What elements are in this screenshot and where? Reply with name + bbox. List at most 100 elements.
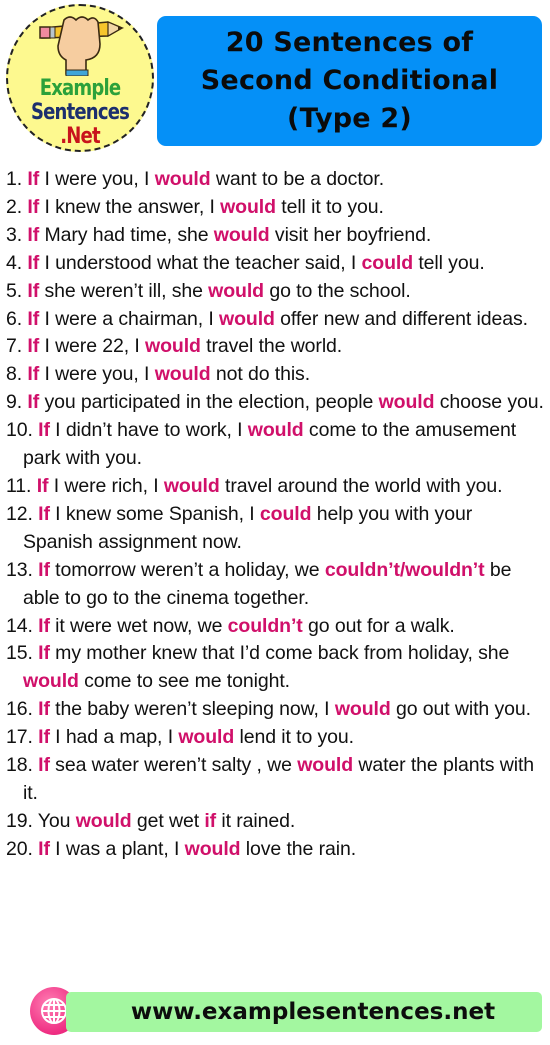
sentence-item: 15. If my mother knew that I’d come back… [6,640,546,696]
sentence-text: travel the world. [200,335,343,358]
sentence-item: 6. If I were a chairman, I would offer n… [6,306,546,334]
sentence-text: I understood what the teacher said, I [39,251,362,274]
title-line-1: 20 Sentences of [225,27,474,58]
sentence-number: 11. [6,474,32,497]
sentence-text: my mother knew that I’d come back from h… [49,642,510,665]
sentence-number: 7. [6,335,23,358]
sentence-text: I were rich, I [48,474,164,497]
sentence-item: 2. If I knew the answer, I would tell it… [6,194,546,222]
sentence-item: 9. If you participated in the election, … [6,389,546,417]
sentence-item: 20. If I was a plant, I would love the r… [6,836,546,864]
highlighted-keyword: couldn’t/wouldn’t [324,558,485,581]
sentence-text: sea water weren’t salty , we [49,754,298,777]
sentence-number: 13. [6,558,33,581]
highlighted-keyword: would [220,195,276,218]
sentence-text: get wet [131,809,205,832]
sentence-number: 1. [6,168,23,190]
highlighted-keyword: would [154,363,211,386]
sentence-number: 10. [6,419,33,442]
title-line-3: (Type 2) [287,103,412,134]
sentence-number: 12. [6,502,33,525]
sentence-text: visit her boyfriend. [269,223,432,246]
highlighted-keyword: If [27,363,40,386]
highlighted-keyword: would [378,391,435,414]
highlighted-keyword: If [27,168,40,190]
sentence-text: it rained. [216,809,296,832]
highlighted-keyword: would [208,279,264,302]
sentence-text: I had a map, I [49,726,179,749]
sentence-text: go out for a walk. [302,614,455,637]
sentence-item: 12. If I knew some Spanish, I could help… [6,501,546,557]
sentence-item: 17. If I had a map, I would lend it to y… [6,724,546,752]
logo-text-net: .Net [60,124,100,149]
sentence-item: 13. If tomorrow weren’t a holiday, we co… [6,557,546,613]
sentence-text: it were wet now, we [49,614,228,637]
sentence-text: want to be a doctor. [210,168,385,190]
website-url[interactable]: www.examplesentences.net [131,999,495,1025]
sentence-text: choose you. [434,391,544,414]
sentence-number: 5. [6,279,23,302]
sentence-item: 1. If I were you, I would want to be a d… [6,166,546,194]
title-line-2: Second Conditional [200,65,499,96]
highlighted-keyword: would [297,754,354,777]
sentence-number: 6. [6,307,23,330]
sentence-item: 11. If I were rich, I would travel aroun… [6,473,546,501]
highlighted-keyword: If [27,307,40,330]
sentence-text: travel around the world with you. [219,474,503,497]
sentence-text: not do this. [210,363,311,386]
highlighted-keyword: would [145,335,201,358]
highlighted-keyword: If [27,195,40,218]
sentence-text: I was a plant, I [49,837,185,860]
sentence-item: 7. If I were 22, I would travel the worl… [6,333,546,361]
highlighted-keyword: would [163,474,220,497]
logo-text-example: Example [39,76,121,101]
sentence-text: lend it to you. [234,726,354,749]
sentence-number: 16. [6,698,33,721]
sentence-number: 4. [6,251,23,274]
sentence-text: offer new and different ideas. [274,307,528,330]
highlighted-keyword: If [38,558,50,581]
highlighted-keyword: couldn’t [227,614,303,637]
sentence-number: 3. [6,223,23,246]
highlighted-keyword: If [38,754,50,777]
highlighted-keyword: If [27,279,40,302]
sentence-item: 5. If she weren’t ill, she would go to t… [6,278,546,306]
highlighted-keyword: If [38,642,50,665]
highlighted-keyword: If [36,474,49,497]
sentence-number: 14. [6,614,33,637]
title-banner: 20 Sentences of Second Conditional (Type… [157,16,542,146]
highlighted-keyword: could [361,251,414,274]
sentence-number: 17. [6,726,33,749]
highlighted-keyword: If [38,614,50,637]
website-url-banner[interactable]: www.examplesentences.net [66,992,542,1032]
highlighted-keyword: would [219,307,275,330]
sentence-text: the baby weren’t sleeping now, I [49,698,335,721]
highlighted-keyword: If [27,335,40,358]
sentence-number: 19. [6,809,33,832]
sentence-text: I knew some Spanish, I [49,502,260,525]
highlighted-keyword: would [213,223,270,246]
globe-icon [41,998,67,1024]
sentence-text: I knew the answer, I [39,195,221,218]
site-logo: Example Sentences .Net [6,4,154,152]
sentence-item: 18. If sea water weren’t salty , we woul… [6,752,546,808]
sentence-text: come to see me tonight. [78,670,290,693]
sentence-list: 1. If I were you, I would want to be a d… [6,166,546,864]
sentence-text: go out with you. [390,698,531,721]
highlighted-keyword: If [38,837,50,860]
highlighted-keyword: could [259,502,312,525]
sentence-text: I were 22, I [39,335,146,358]
sentence-item: 14. If it were wet now, we couldn’t go o… [6,613,546,641]
sentence-text: Mary had time, she [39,223,214,246]
highlighted-keyword: If [38,698,50,721]
highlighted-keyword: If [38,502,50,525]
sentence-text: tell it to you. [275,195,384,218]
sentence-text: I were you, I [39,363,155,386]
highlighted-keyword: would [184,837,241,860]
sentence-number: 8. [6,363,23,386]
fist-holding-pencil-icon [39,16,124,76]
highlighted-keyword: If [38,419,50,442]
sentence-item: 8. If I were you, I would not do this. [6,361,546,389]
sentence-text: go to the school. [264,279,411,302]
sentence-text: I were you, I [39,168,155,190]
